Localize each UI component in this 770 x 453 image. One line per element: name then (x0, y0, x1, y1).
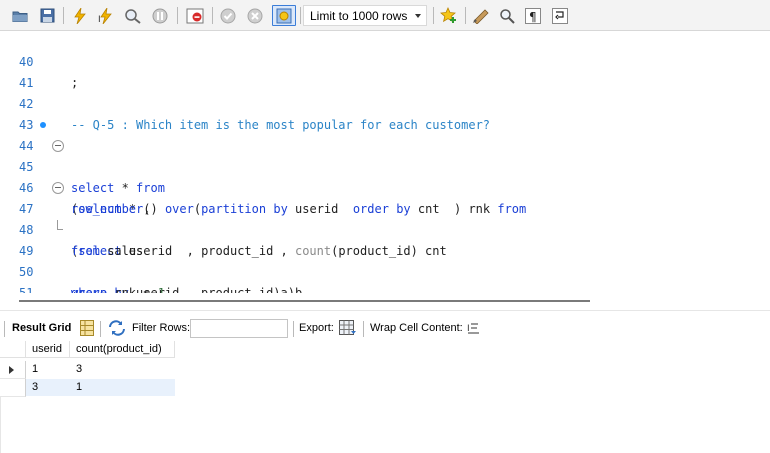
toolbar-separator (4, 321, 5, 337)
svg-text:¶: ¶ (529, 10, 537, 24)
table-cell[interactable]: 3 (70, 361, 175, 378)
code-line: 41 (0, 52, 770, 90)
code-line: 45 (select * , (0, 136, 770, 216)
current-row-arrow-icon (9, 366, 14, 374)
execute-current-icon[interactable]: I (96, 5, 116, 26)
column-header[interactable]: userid (26, 341, 70, 358)
save-icon[interactable] (37, 5, 57, 26)
column-header[interactable]: count(product_id) (70, 341, 175, 358)
limit-rows-select[interactable]: Limit to 1000 rows (303, 5, 427, 26)
svg-text:I: I (98, 15, 101, 24)
table-cell[interactable]: 1 (70, 379, 175, 396)
export-label: Export: (299, 322, 334, 334)
sql-editor-toolbar: I Limit to 1000 rows ¶ (0, 0, 770, 31)
bookmark-icon[interactable] (438, 5, 460, 26)
current-statement-marker-icon (40, 122, 46, 128)
grid-layout-icon[interactable] (80, 320, 94, 339)
toolbar-separator (63, 7, 64, 24)
grid-border (0, 397, 1, 453)
code-line: 51 ; (0, 262, 770, 293)
code-line: 48 from sales (0, 199, 770, 258)
table-cell[interactable]: 1 (26, 361, 70, 378)
toolbar-separator (433, 7, 434, 24)
code-line: 49 group by userid , product_id)a)b (0, 220, 770, 293)
table-cell[interactable]: 3 (26, 379, 70, 396)
toolbar-separator (363, 321, 364, 337)
open-folder-icon[interactable] (10, 5, 30, 26)
wrap-cell-content-label: Wrap Cell Content: (370, 322, 463, 334)
explain-icon[interactable] (122, 5, 144, 26)
export-icon[interactable] (339, 320, 357, 340)
code-line: 40 ; (0, 31, 770, 90)
panel-divider[interactable] (0, 310, 770, 311)
code-line: 44 select * from (0, 115, 770, 195)
filter-rows-label: Filter Rows: (132, 322, 191, 334)
toolbar-separator (212, 7, 213, 24)
sql-editor[interactable]: 40 ; 41 42 -- Q-5 : Which item is the mo… (0, 31, 770, 293)
refresh-icon[interactable] (108, 320, 126, 339)
wrap-cell-icon[interactable]: I (467, 322, 480, 338)
fold-collapse-icon[interactable] (52, 182, 64, 194)
invisible-chars-icon[interactable]: ¶ (522, 5, 544, 26)
toggle-continue-icon[interactable] (184, 5, 206, 26)
fold-collapse-icon[interactable] (52, 140, 64, 152)
code-line: 42 -- Q-5 : Which item is the most popul… (0, 73, 770, 132)
row-selector[interactable] (0, 379, 26, 397)
code-line: 52 (0, 283, 770, 293)
toolbar-separator (465, 7, 466, 24)
toolbar-separator (100, 321, 101, 337)
beautify-icon[interactable] (470, 5, 492, 26)
result-grid-tab[interactable]: Result Grid (12, 322, 71, 334)
find-icon[interactable] (497, 5, 517, 26)
stop-icon[interactable] (150, 5, 170, 26)
rollback-icon[interactable] (245, 5, 265, 26)
grid-corner[interactable] (0, 341, 26, 358)
wrap-icon[interactable] (549, 5, 571, 26)
row-selector[interactable] (0, 361, 26, 379)
limit-rows-label: Limit to 1000 rows (310, 9, 408, 23)
code-line: 46 row_number() over(partition by userid… (0, 157, 770, 216)
fold-end-icon (57, 220, 63, 230)
autocommit-icon[interactable] (272, 5, 296, 26)
code-line: 50 where rnk = 1 (0, 241, 770, 293)
toolbar-separator (293, 321, 294, 337)
chevron-down-icon (415, 14, 421, 18)
filter-rows-input[interactable] (190, 319, 288, 338)
toolbar-separator (300, 7, 301, 24)
editor-horizontal-scrollbar[interactable] (19, 300, 590, 302)
code-line: 47 (select userid , product_id , count(p… (0, 178, 770, 258)
toolbar-separator (177, 7, 178, 24)
code-line: 43 (0, 94, 770, 132)
execute-icon[interactable] (70, 5, 90, 26)
commit-icon[interactable] (218, 5, 238, 26)
result-toolbar: Result Grid Filter Rows: Export: Wrap Ce… (0, 317, 770, 341)
